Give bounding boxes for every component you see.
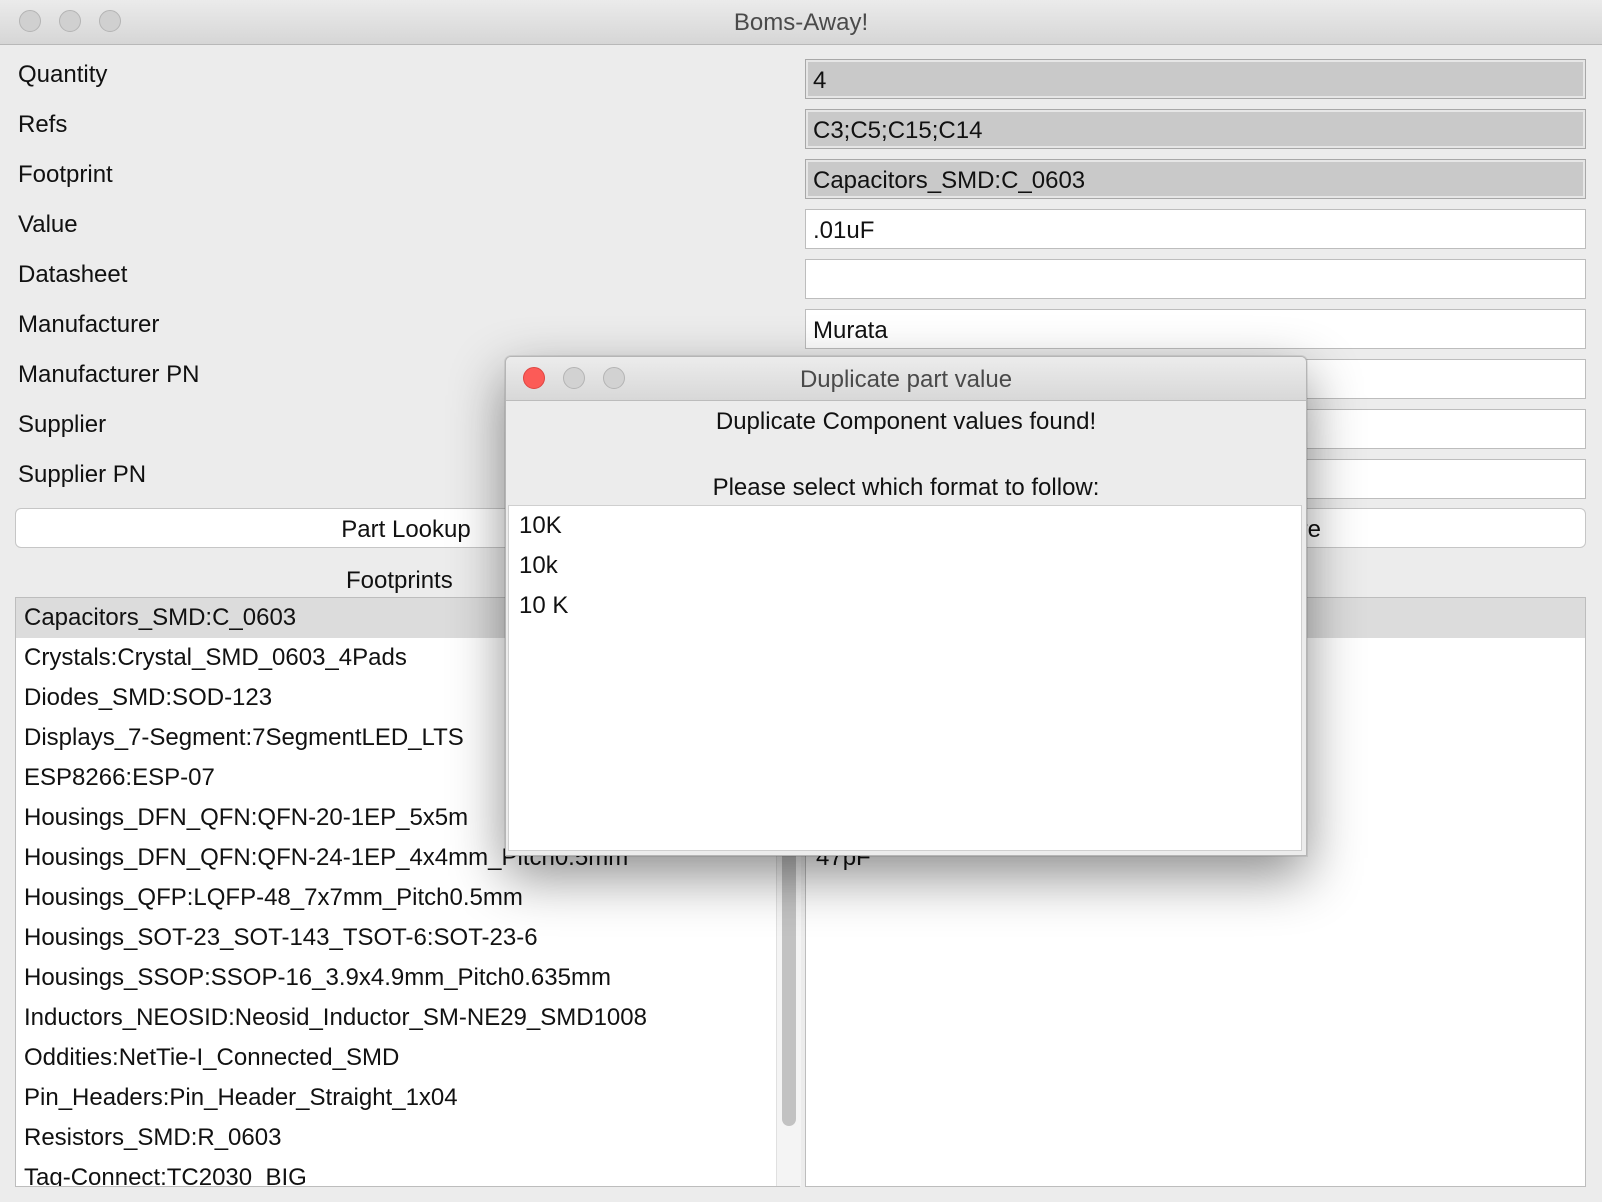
manufacturer-pn-label: Manufacturer PN (18, 361, 200, 388)
format-option[interactable]: 10K (509, 506, 1301, 546)
manufacturer-field[interactable]: Murata (805, 309, 1586, 349)
format-option[interactable]: 10k (509, 546, 1301, 586)
footprint-list-item[interactable]: Housings_SOT-23_SOT-143_TSOT-6:SOT-23-6 (16, 918, 799, 958)
supplier-pn-label: Supplier PN (18, 461, 147, 488)
dialog-title: Duplicate part value (799, 366, 1013, 393)
window-title: Boms-Away! (733, 9, 869, 36)
footprints-heading: Footprints (346, 567, 453, 594)
supplier-label: Supplier (18, 411, 107, 438)
quantity-field: 4 (805, 59, 1586, 99)
format-option[interactable]: 10 K (509, 586, 1301, 626)
footprint-field: Capacitors_SMD:C_0603 (805, 159, 1586, 199)
window-titlebar[interactable]: Boms-Away! (0, 0, 1602, 45)
footprint-list-item[interactable]: Housings_SSOP:SSOP-16_3.9x4.9mm_Pitch0.6… (16, 958, 799, 998)
refs-label: Refs (18, 111, 68, 138)
footprint-label: Footprint (18, 161, 113, 188)
footprint-list-item[interactable]: Tag-Connect:TC2030_BIG (16, 1158, 799, 1186)
footprint-list-item[interactable]: Inductors_NEOSID:Neosid_Inductor_SM-NE29… (16, 998, 799, 1038)
manufacturer-label: Manufacturer (18, 311, 160, 338)
datasheet-field[interactable] (805, 259, 1586, 299)
duplicate-value-dialog[interactable]: Duplicate part value Duplicate Component… (505, 356, 1307, 856)
value-field[interactable]: .01uF (805, 209, 1586, 249)
dialog-titlebar[interactable]: Duplicate part value (506, 357, 1306, 401)
dialog-message-heading: Duplicate Component values found! (715, 408, 1097, 435)
footprint-list-item[interactable]: Pin_Headers:Pin_Header_Straight_1x04 (16, 1078, 799, 1118)
footprint-list-item[interactable]: Oddities:NetTie-I_Connected_SMD (16, 1038, 799, 1078)
value-label: Value (18, 211, 78, 238)
format-options-list[interactable]: 10K 10k 10 K (508, 505, 1302, 851)
quantity-label: Quantity (18, 61, 108, 88)
datasheet-label: Datasheet (18, 261, 128, 288)
footprint-list-item[interactable]: Housings_QFP:LQFP-48_7x7mm_Pitch0.5mm (16, 878, 799, 918)
refs-field: C3;C5;C15;C14 (805, 109, 1586, 149)
dialog-message-prompt: Please select which format to follow: (712, 474, 1100, 501)
footprint-list-item[interactable]: Resistors_SMD:R_0603 (16, 1118, 799, 1158)
